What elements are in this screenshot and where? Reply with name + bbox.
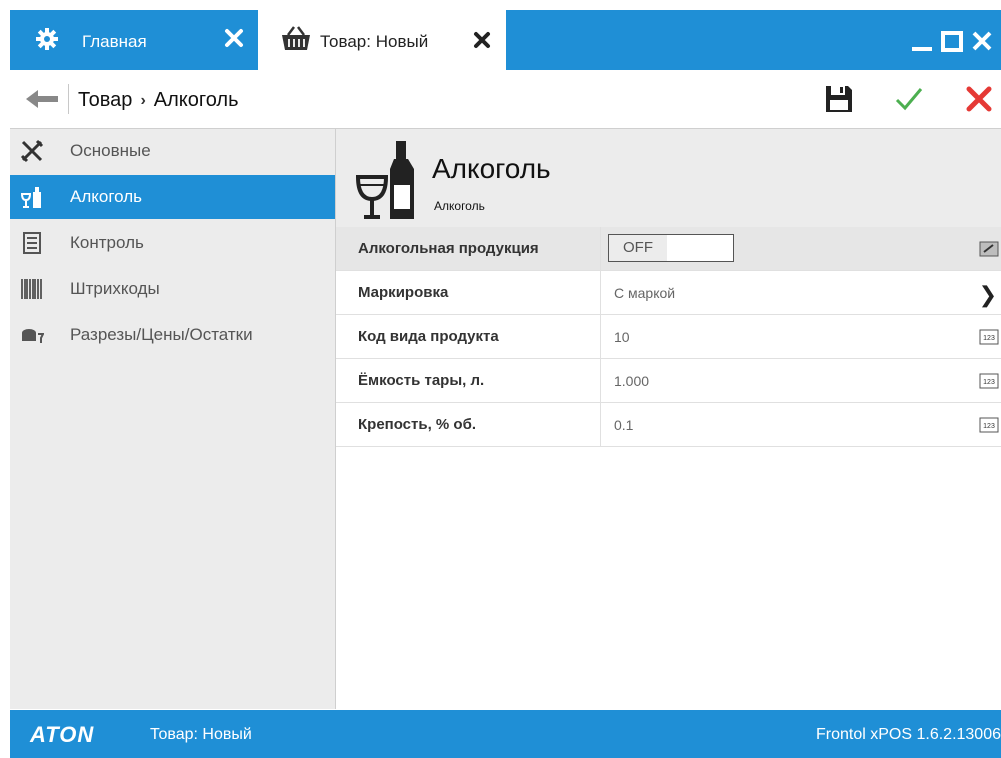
svg-text:123: 123 (983, 423, 995, 430)
sidebar-item-barcodes[interactable]: Штрихкоды (10, 267, 335, 311)
nav-bar: Товар › Алкоголь (10, 70, 1001, 129)
toggle-edit-icon[interactable] (979, 241, 999, 257)
section-header: Алкоголь Алкоголь (336, 129, 1001, 227)
property-row-marking[interactable]: Маркировка С маркой ❯ (336, 271, 1001, 315)
close-window-icon[interactable] (971, 30, 993, 52)
property-label: Крепость, % об. (358, 416, 477, 433)
numeric-keypad-icon[interactable]: 123 (979, 329, 999, 345)
tab-home-label: Главная (82, 32, 147, 51)
close-icon[interactable] (472, 30, 492, 50)
close-icon[interactable] (222, 26, 246, 50)
sidebar: Основные Алкоголь Контроль Штрихкоды Раз… (10, 129, 336, 709)
sidebar-item-alcohol[interactable]: Алкоголь (10, 175, 335, 219)
tab-item-label: Товар: Новый (320, 32, 429, 51)
row-divider (600, 403, 601, 446)
sidebar-item-label: Штрихкоды (70, 279, 160, 298)
property-row-alcohol-product: Алкогольная продукция OFF (336, 227, 1001, 271)
content-panel: Алкоголь Алкоголь Алкогольная продукция … (336, 129, 1001, 709)
tab-home[interactable]: Главная (10, 10, 258, 70)
wine-bottle-icon (20, 185, 44, 209)
cancel-button[interactable] (964, 84, 994, 114)
breadcrumb: Товар › Алкоголь (78, 89, 239, 112)
checkmark-icon (895, 88, 923, 111)
maximize-icon[interactable] (941, 30, 963, 52)
svg-text:123: 123 (983, 379, 995, 386)
aton-logo: ATON (30, 722, 95, 747)
cross-icon (966, 86, 992, 112)
version-label: Frontol xPOS 1.6.2.13006 (816, 726, 1001, 743)
property-row-product-code[interactable]: Код вида продукта 10 123 (336, 315, 1001, 359)
tools-icon (20, 139, 44, 163)
sidebar-item-stock[interactable]: Разрезы/Цены/Остатки (10, 313, 335, 357)
tab-item[interactable]: Товар: Новый (258, 10, 506, 70)
barcode-icon (20, 277, 44, 301)
status-bar: ATON Товар: Новый Frontol xPOS 1.6.2.130… (10, 710, 1001, 758)
confirm-button[interactable] (894, 84, 924, 114)
row-divider (600, 359, 601, 402)
chevron-right-icon[interactable]: ❯ (979, 282, 997, 308)
numeric-keypad-icon[interactable]: 123 (979, 417, 999, 433)
checklist-icon (20, 231, 44, 255)
sidebar-item-control[interactable]: Контроль (10, 221, 335, 265)
property-value: 0.1 (614, 417, 634, 433)
status-text: Товар: Новый (150, 726, 252, 743)
nav-divider (68, 84, 69, 114)
wine-bottle-icon (355, 139, 418, 221)
property-row-strength[interactable]: Крепость, % об. 0.1 123 (336, 403, 1001, 447)
stock-icon (20, 323, 45, 347)
breadcrumb-current: Алкоголь (153, 89, 239, 111)
property-label: Код вида продукта (358, 328, 499, 345)
alcohol-product-toggle[interactable]: OFF (608, 234, 734, 262)
section-subtitle: Алкоголь (434, 199, 485, 213)
minimize-icon[interactable] (911, 30, 933, 52)
back-arrow-icon[interactable] (24, 88, 60, 110)
property-value: 1.000 (614, 373, 650, 389)
property-label: Ёмкость тары, л. (358, 372, 485, 389)
row-divider (600, 271, 601, 314)
sidebar-item-label: Контроль (70, 233, 144, 252)
sidebar-item-label: Алкоголь (70, 187, 143, 206)
section-title: Алкоголь (432, 153, 551, 184)
toggle-label: OFF (609, 235, 667, 261)
sidebar-item-label: Основные (70, 141, 151, 160)
property-value: 10 (614, 329, 630, 345)
save-button[interactable] (824, 84, 854, 114)
property-label: Алкогольная продукция (358, 240, 539, 257)
floppy-icon (826, 86, 852, 112)
gear-icon (36, 28, 58, 55)
breadcrumb-root[interactable]: Товар (78, 89, 132, 112)
basket-icon (280, 25, 312, 58)
property-row-capacity[interactable]: Ёмкость тары, л. 1.000 123 (336, 359, 1001, 403)
breadcrumb-separator: › (140, 91, 146, 109)
window-controls (911, 30, 993, 52)
sidebar-item-label: Разрезы/Цены/Остатки (70, 325, 253, 344)
row-divider (600, 315, 601, 358)
numeric-keypad-icon[interactable]: 123 (979, 373, 999, 389)
row-divider (600, 227, 601, 270)
sidebar-item-main[interactable]: Основные (10, 129, 335, 173)
svg-text:123: 123 (983, 335, 995, 342)
property-label: Маркировка (358, 284, 449, 301)
property-value: С маркой (614, 285, 676, 301)
